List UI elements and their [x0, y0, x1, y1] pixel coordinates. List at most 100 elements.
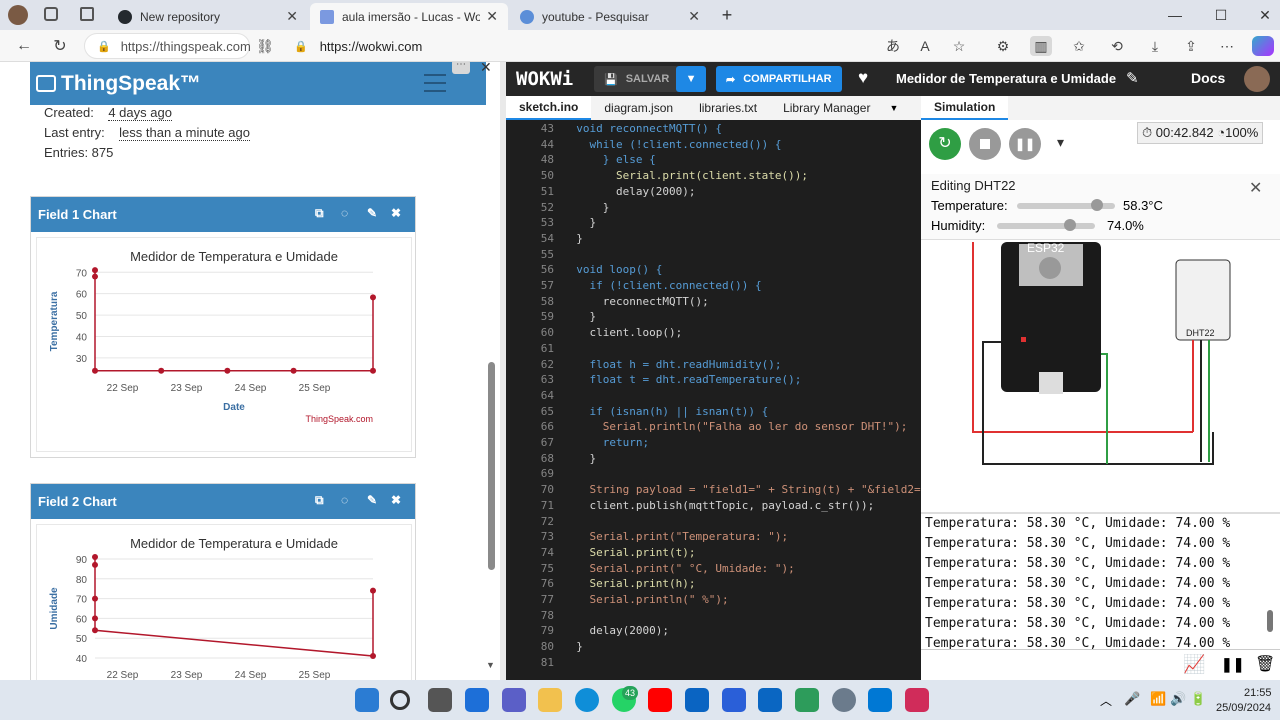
wifi-icon[interactable]: 📶: [1150, 691, 1166, 707]
tab-actions-icon[interactable]: [80, 7, 94, 21]
save-dropdown-button[interactable]: ▼: [676, 66, 706, 92]
widgets-icon[interactable]: [465, 688, 489, 712]
tab-wokwi[interactable]: aula imersão - Lucas - Wokwi ESP ✕: [310, 3, 508, 30]
profile-avatar[interactable]: [8, 5, 28, 25]
translate-icon[interactable]: あ: [882, 36, 904, 56]
code-line[interactable]: Serial.println(" %");: [563, 593, 728, 606]
back-icon[interactable]: ←: [12, 35, 36, 57]
user-avatar[interactable]: [1244, 66, 1270, 92]
outlook-icon[interactable]: [685, 688, 709, 712]
code-editor[interactable]: 43 void reconnectMQTT() {44 while (!clie…: [506, 120, 921, 680]
code-line[interactable]: }: [563, 201, 610, 214]
tab-sketch-ino[interactable]: sketch.ino: [506, 96, 592, 120]
tab-library-manager[interactable]: Library Manager: [770, 96, 883, 120]
snipping-tool-icon[interactable]: [905, 688, 929, 712]
start-windows-icon[interactable]: [355, 688, 379, 712]
code-line[interactable]: } else {: [563, 153, 656, 166]
microphone-icon[interactable]: 🎤: [1124, 691, 1140, 707]
code-line[interactable]: Serial.print(h);: [563, 577, 695, 590]
close-icon[interactable]: ✕: [486, 8, 498, 25]
read-aloud-icon[interactable]: A: [914, 36, 936, 56]
linkedin-icon[interactable]: [758, 688, 782, 712]
teams-icon[interactable]: [502, 688, 526, 712]
chevron-up-icon[interactable]: ︿: [1100, 692, 1112, 709]
code-line[interactable]: Serial.print(t);: [563, 546, 695, 559]
heart-icon[interactable]: ♥: [858, 68, 868, 88]
file-explorer-icon[interactable]: [538, 688, 562, 712]
ai-app-icon[interactable]: [722, 688, 746, 712]
code-line[interactable]: float t = dht.readTemperature();: [563, 373, 801, 386]
humidity-slider[interactable]: [997, 223, 1095, 229]
close-icon[interactable]: ✖: [391, 493, 401, 507]
stop-button[interactable]: [969, 128, 1001, 160]
share-button[interactable]: ➦ COMPARTILHAR: [716, 66, 842, 92]
thingspeak-logo[interactable]: ThingSpeak™: [36, 72, 201, 96]
more-icon[interactable]: ⋯: [1216, 36, 1238, 56]
pane-options-icon[interactable]: ⋯: [452, 62, 470, 74]
edit-pencil-icon[interactable]: ✎: [367, 206, 377, 220]
code-line[interactable]: }: [563, 310, 596, 323]
tabs-overflow-icon[interactable]: ▼: [889, 103, 898, 113]
code-line[interactable]: while (!client.connected()) {: [563, 138, 781, 151]
close-pane-icon[interactable]: ✕: [480, 62, 492, 76]
code-line[interactable]: client.publish(mqttTopic, payload.c_str(…: [563, 499, 874, 512]
code-line[interactable]: Serial.println("Falha ao ler do sensor D…: [563, 420, 908, 433]
wokwi-logo[interactable]: WOKWi: [516, 68, 573, 90]
clock-date[interactable]: 25/09/2024: [1216, 702, 1271, 714]
code-line[interactable]: return;: [563, 436, 649, 449]
clipchamp-icon[interactable]: [795, 688, 819, 712]
pause-button[interactable]: ❚❚: [1009, 128, 1041, 160]
favorites-icon[interactable]: ✩: [1068, 36, 1090, 56]
code-line[interactable]: delay(2000);: [563, 624, 668, 637]
humidity-slider-thumb[interactable]: [1063, 219, 1076, 231]
code-line[interactable]: Serial.print(client.state());: [563, 169, 808, 182]
tab-youtube-search[interactable]: youtube - Pesquisar ✕: [510, 3, 710, 30]
refresh-icon[interactable]: ↻: [48, 35, 72, 57]
task-view-icon[interactable]: [428, 688, 452, 712]
serial-monitor[interactable]: Temperatura: 58.30 °C, Umidade: 74.00 % T…: [921, 512, 1280, 651]
scroll-down-arrow-icon[interactable]: ▼: [486, 660, 495, 670]
new-tab-button[interactable]: +: [712, 4, 742, 26]
code-line[interactable]: client.loop();: [563, 326, 682, 339]
favorite-star-icon[interactable]: ☆: [948, 36, 970, 56]
share-icon[interactable]: ⇪: [1180, 36, 1202, 56]
battery-icon[interactable]: 🔋: [1190, 691, 1206, 707]
close-icon[interactable]: ✕: [286, 8, 298, 25]
close-window-button[interactable]: ✕: [1250, 4, 1280, 26]
plotter-icon[interactable]: 📈: [1183, 654, 1205, 675]
code-line[interactable]: }: [563, 232, 583, 245]
code-line[interactable]: float h = dht.readHumidity();: [563, 358, 781, 371]
code-line[interactable]: Serial.print("Temperatura: ");: [563, 530, 788, 543]
extensions-icon[interactable]: ⚙: [992, 36, 1014, 56]
split-screen-icon[interactable]: ▥: [1030, 36, 1052, 56]
temperature-slider-thumb[interactable]: [1091, 199, 1104, 211]
comment-icon[interactable]: ◌: [341, 493, 348, 507]
code-line[interactable]: }: [563, 640, 583, 653]
maximize-button[interactable]: ☐: [1206, 4, 1236, 26]
code-line[interactable]: if (!client.connected()) {: [563, 279, 761, 292]
restart-button[interactable]: ↻: [929, 128, 961, 160]
close-icon[interactable]: ✖: [391, 206, 401, 220]
pause-serial-icon[interactable]: ❚❚: [1221, 656, 1244, 673]
edge-icon[interactable]: [575, 688, 599, 712]
edit-pencil-icon[interactable]: ✎: [367, 493, 377, 507]
hamburger-menu-icon[interactable]: [424, 74, 446, 92]
serial-scrollbar[interactable]: [1267, 610, 1273, 632]
code-line[interactable]: void loop() {: [563, 263, 662, 276]
code-line[interactable]: Serial.print(" °C, Umidade: ");: [563, 562, 794, 575]
tab-new-repository[interactable]: New repository ✕: [108, 3, 308, 30]
right-url-field[interactable]: 🔒 https://wokwi.com: [282, 33, 902, 59]
history-icon[interactable]: ⟲: [1106, 36, 1128, 56]
code-line[interactable]: reconnectMQTT();: [563, 295, 709, 308]
search-icon[interactable]: [390, 690, 410, 710]
code-line[interactable]: if (isnan(h) || isnan(t)) {: [563, 405, 768, 418]
save-button[interactable]: 💾 SALVAR: [594, 66, 680, 92]
settings-gear-icon[interactable]: [832, 688, 856, 712]
code-line[interactable]: }: [563, 216, 596, 229]
comment-icon[interactable]: ◌: [341, 206, 348, 220]
rename-pencil-icon[interactable]: ✎: [1126, 69, 1139, 87]
volume-icon[interactable]: 🔊: [1170, 691, 1186, 707]
pane-scrollbar[interactable]: [488, 362, 495, 570]
left-url-field[interactable]: 🔒 https://thingspeak.com: [84, 33, 251, 59]
copilot-icon[interactable]: [1252, 36, 1274, 56]
